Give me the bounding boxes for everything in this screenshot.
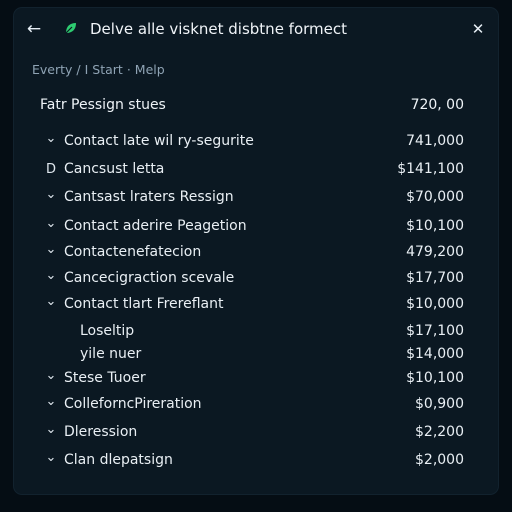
list-item[interactable]: ⌄ Stese Tuoer $10,100	[40, 369, 464, 391]
list-header-amount: 720, 00	[410, 97, 464, 113]
list-item-label: yile nuer	[80, 346, 142, 362]
list-item-amount: $2,200	[415, 424, 464, 440]
list-item-amount: $141,100	[397, 161, 464, 177]
list-item-label: Clan dlepatsign	[64, 452, 173, 468]
list-item-label: ColleforncPireration	[64, 396, 202, 412]
list-item-amount: $10,000	[406, 296, 464, 312]
list-item[interactable]: ⌄ Cancecigraction scevale $17,700	[40, 269, 464, 291]
list-item-label: Dleression	[64, 424, 138, 440]
list-item-amount: $17,100	[406, 323, 464, 339]
list-item[interactable]: ⌄ ColleforncPireration $0,900	[40, 395, 464, 417]
list-item-amount: $0,900	[415, 396, 464, 412]
breadcrumb-item[interactable]: I Start	[85, 62, 123, 77]
chevron-down-icon[interactable]: ⌄	[44, 369, 58, 383]
chevron-down-icon[interactable]: ⌄	[44, 295, 58, 309]
breadcrumb-separator: ·	[126, 62, 131, 77]
list-item-amount: $2,000	[415, 452, 464, 468]
list-item[interactable]: ⌄ Clan dlepatsign $2,000	[40, 451, 464, 473]
list-item-label: Contact aderire Peagetion	[64, 218, 247, 234]
leaf-icon	[65, 23, 76, 34]
list-item-amount: $10,100	[406, 370, 464, 386]
chevron-down-icon[interactable]: ⌄	[44, 395, 58, 409]
list-item[interactable]: ⌄ Contactenefatecion 479,200	[40, 243, 464, 265]
list-item-label: Cantsast lraters Ressign	[64, 189, 234, 205]
main-panel: ← Delve alle visknet disbtne formect ✕ E…	[14, 8, 498, 494]
list-header-label: Fatr Pessign stues	[40, 97, 166, 113]
list-item-label: Contactenefatecion	[64, 244, 202, 260]
chevron-down-icon[interactable]: ⌄	[44, 132, 58, 146]
list-item-amount: 741,000	[406, 133, 464, 149]
breadcrumb-item[interactable]: Melp	[135, 62, 165, 77]
title-bar: ← Delve alle visknet disbtne formect ✕	[14, 8, 498, 52]
chevron-down-icon[interactable]: ⌄	[44, 217, 58, 231]
list-item-label: Stese Tuoer	[64, 370, 146, 386]
list-item-label: Contact late wil ry-segurite	[64, 133, 254, 149]
list-item-amount: $70,000	[406, 189, 464, 205]
list-item-amount: $10,100	[406, 218, 464, 234]
chevron-down-icon[interactable]: ⌄	[44, 243, 58, 257]
list-header: Fatr Pessign stues 720, 00	[40, 97, 464, 117]
list-item-label: Contact tlart Frereflant	[64, 296, 224, 312]
list-item-label: Cancecigraction scevale	[64, 270, 235, 286]
list-item[interactable]: ⌄ Contact late wil ry-segurite 741,000	[40, 132, 464, 154]
list-item[interactable]: Loseltip $17,100	[40, 322, 464, 344]
list-item-amount: $17,700	[406, 270, 464, 286]
chevron-down-icon[interactable]: ⌄	[44, 451, 58, 465]
breadcrumb-separator: /	[76, 62, 81, 77]
close-icon[interactable]: ✕	[468, 19, 488, 39]
list-item[interactable]: yile nuer $14,000	[40, 345, 464, 367]
chevron-down-icon[interactable]: ⌄	[44, 188, 58, 202]
arrow-left-icon[interactable]: ←	[24, 19, 44, 39]
list-item[interactable]: ⌄ Cantsast lraters Ressign $70,000	[40, 188, 464, 210]
row-marker[interactable]: D	[44, 160, 58, 180]
breadcrumb: Everty / I Start · Melp	[32, 62, 165, 77]
list-item-amount: 479,200	[406, 244, 464, 260]
list-item[interactable]: D Cancsust letta $141,100	[40, 160, 464, 182]
list-item[interactable]: ⌄ Contact aderire Peagetion $10,100	[40, 217, 464, 239]
chevron-down-icon[interactable]: ⌄	[44, 269, 58, 283]
list-item[interactable]: ⌄ Dleression $2,200	[40, 423, 464, 445]
list-item-amount: $14,000	[406, 346, 464, 362]
chevron-down-icon[interactable]: ⌄	[44, 423, 58, 437]
breadcrumb-item[interactable]: Everty	[32, 62, 72, 77]
list-item[interactable]: ⌄ Contact tlart Frereflant $10,000	[40, 295, 464, 317]
list-item-label: Cancsust letta	[64, 161, 165, 177]
window-title: Delve alle visknet disbtne formect	[90, 20, 348, 38]
list-item-label: Loseltip	[80, 323, 135, 339]
